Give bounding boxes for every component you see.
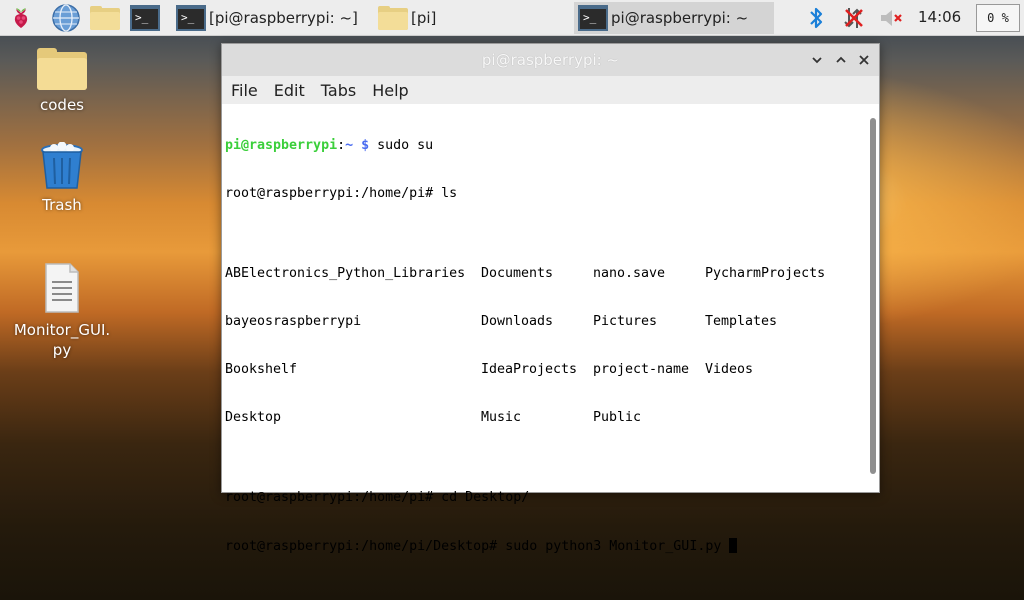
taskbar-window-label: pi@raspberrypi: ~ <box>611 9 749 27</box>
desktop-item-codes[interactable]: codes <box>2 48 122 114</box>
network-disconnected-icon[interactable] <box>838 3 870 33</box>
menu-tabs[interactable]: Tabs <box>321 81 356 100</box>
trash-icon <box>2 142 122 190</box>
desktop-item-label: Trash <box>42 196 82 214</box>
desktop-item-monitor-gui[interactable]: Monitor_GUI.py <box>2 262 122 360</box>
scrollbar-thumb[interactable] <box>870 118 876 474</box>
menu-file[interactable]: File <box>231 81 258 100</box>
terminal-launcher-icon[interactable]: >_ <box>129 3 161 33</box>
ls-entry: IdeaProjects <box>481 362 578 377</box>
ls-output: ABElectronics_Python_Libraries bayeosras… <box>225 234 869 458</box>
current-command: root@raspberrypi:/home/pi/Desktop# sudo … <box>225 539 730 554</box>
ls-column: nano.save Pictures project-name Public <box>593 234 705 458</box>
folder-icon <box>378 6 408 30</box>
terminal-line: root@raspberrypi:/home/pi# ls <box>225 186 458 201</box>
terminal-output[interactable]: pi@raspberrypi:~ $ sudo su root@raspberr… <box>222 104 869 554</box>
ls-column: ABElectronics_Python_Libraries bayeosras… <box>225 234 481 458</box>
ls-entry <box>705 410 845 426</box>
raspberry-menu-icon[interactable] <box>5 3 37 33</box>
terminal-window: pi@raspberrypi: ~ File Edit Tabs Help pi… <box>221 43 880 554</box>
terminal-line: root@raspberrypi:/home/pi/Desktop# sudo … <box>225 538 869 554</box>
ls-entry: bayeosraspberrypi <box>225 314 362 329</box>
prompt-path: ~ $ <box>345 138 370 153</box>
ls-entry: Desktop <box>225 410 282 425</box>
minimize-button[interactable] <box>808 51 826 69</box>
taskbar-window-file-manager[interactable]: [pi] <box>374 2 570 34</box>
ls-entry: Music <box>481 410 522 425</box>
menu-edit[interactable]: Edit <box>274 81 305 100</box>
ls-entry: Templates <box>705 314 778 329</box>
file-manager-icon[interactable] <box>89 3 121 33</box>
desktop-item-label: codes <box>40 96 84 114</box>
ls-entry: PycharmProjects <box>705 266 826 281</box>
taskbar-window-label: [pi] <box>411 9 437 27</box>
taskbar-window-label: [pi@raspberrypi: ~] <box>209 9 358 27</box>
bluetooth-icon[interactable] <box>800 3 832 33</box>
window-titlebar[interactable]: pi@raspberrypi: ~ <box>222 44 879 76</box>
ls-entry: ABElectronics_Python_Libraries <box>225 266 466 281</box>
terminal-icon: >_ <box>578 5 608 31</box>
menu-help[interactable]: Help <box>372 81 408 100</box>
text-cursor <box>729 538 738 553</box>
menubar: File Edit Tabs Help <box>222 76 879 104</box>
volume-muted-icon[interactable] <box>876 3 908 33</box>
folder-icon <box>2 48 122 90</box>
ls-entry: Downloads <box>481 314 554 329</box>
cpu-monitor[interactable]: 0 % <box>976 4 1020 32</box>
text-file-icon <box>2 262 122 314</box>
maximize-button[interactable] <box>832 51 850 69</box>
desktop-item-label: Monitor_GUI.py <box>13 321 111 359</box>
prompt-separator: : <box>337 138 346 153</box>
ls-column: PycharmProjects Templates Videos <box>705 234 845 458</box>
web-browser-icon[interactable] <box>50 3 82 33</box>
ls-entry: Public <box>593 410 642 425</box>
ls-entry: nano.save <box>593 266 666 281</box>
desktop-item-trash[interactable]: Trash <box>2 142 122 214</box>
terminal-line: root@raspberrypi:/home/pi# cd Desktop/ <box>225 490 530 505</box>
command-text: sudo su <box>369 138 434 153</box>
terminal-icon: >_ <box>176 5 206 31</box>
taskbar-window-terminal-1[interactable]: >_ [pi@raspberrypi: ~] <box>172 2 370 34</box>
taskbar: >_ >_ [pi@raspberrypi: ~] [pi] >_ pi@ras… <box>0 0 1024 36</box>
taskbar-window-terminal-active[interactable]: >_ pi@raspberrypi: ~ <box>574 2 774 34</box>
ls-column: Documents Downloads IdeaProjects Music <box>481 234 593 458</box>
prompt-user: pi@raspberrypi <box>225 138 338 153</box>
window-title: pi@raspberrypi: ~ <box>481 51 620 69</box>
ls-entry: Videos <box>705 362 754 377</box>
clock[interactable]: 14:06 <box>918 8 961 26</box>
ls-entry: Documents <box>481 266 554 281</box>
ls-entry: Pictures <box>593 314 658 329</box>
close-button[interactable] <box>855 51 873 69</box>
ls-entry: project-name <box>593 362 690 377</box>
ls-entry: Bookshelf <box>225 362 298 377</box>
terminal-line: pi@raspberrypi:~ $ sudo su <box>225 138 869 154</box>
